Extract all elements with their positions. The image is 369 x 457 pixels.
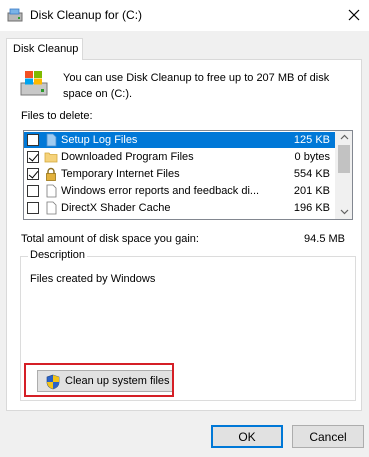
tab-label: Disk Cleanup	[13, 43, 79, 55]
uac-shield-icon	[46, 374, 60, 390]
list-item[interactable]: Windows error reports and feedback di...…	[24, 183, 336, 199]
item-name: DirectX Shader Cache	[61, 202, 171, 214]
item-name: Windows error reports and feedback di...	[61, 185, 260, 197]
item-checkbox[interactable]	[27, 151, 39, 163]
page-icon	[46, 133, 57, 147]
tab-disk-cleanup[interactable]: Disk Cleanup	[6, 38, 83, 60]
drive-icon	[20, 71, 48, 96]
intro-text: You can use Disk Cleanup to free up to 2…	[63, 72, 330, 100]
title-bar: Disk Cleanup for (C:)	[0, 0, 369, 31]
tab-panel: You can use Disk Cleanup to free up to 2…	[6, 59, 362, 411]
item-checkbox[interactable]	[27, 185, 39, 197]
scroll-up-icon[interactable]	[340, 134, 349, 140]
folder-icon	[44, 152, 58, 163]
total-gain-label: Total amount of disk space you gain:	[21, 233, 199, 245]
cancel-button[interactable]: Cancel	[292, 425, 364, 448]
item-size: 554 KB	[293, 168, 330, 180]
total-gain-value: 94.5 MB	[304, 233, 345, 245]
item-size: 196 KB	[293, 202, 330, 214]
scroll-thumb[interactable]	[338, 145, 350, 173]
ok-button[interactable]: OK	[211, 425, 283, 448]
item-name: Setup Log Files	[61, 134, 138, 146]
item-checkbox[interactable]	[27, 168, 39, 180]
item-size: 201 KB	[293, 185, 330, 197]
item-name: Downloaded Program Files	[61, 151, 194, 163]
page-icon	[46, 184, 57, 198]
description-legend: Description	[28, 249, 88, 261]
list-item[interactable]: Downloaded Program Files 0 bytes	[24, 149, 336, 165]
files-to-delete-list[interactable]: Setup Log Files 125 KB Downloaded Progra…	[23, 130, 353, 220]
close-icon[interactable]	[344, 5, 364, 25]
list-item[interactable]: Temporary Internet Files 554 KB	[24, 166, 336, 182]
list-scrollbar[interactable]	[335, 131, 352, 219]
disk-cleanup-app-icon	[7, 8, 23, 22]
description-text: Files created by Windows	[30, 273, 156, 285]
clean-up-system-files-label: Clean up system files	[65, 375, 170, 387]
item-size: 125 KB	[293, 134, 330, 146]
item-size: 0 bytes	[294, 151, 330, 163]
window-title: Disk Cleanup for (C:)	[30, 8, 143, 22]
scroll-down-icon[interactable]	[340, 209, 349, 215]
list-item[interactable]: Setup Log Files 125 KB	[24, 132, 336, 148]
description-group: Description Files created by Windows Cle…	[20, 249, 356, 401]
clean-up-system-files-button[interactable]: Clean up system files	[37, 370, 173, 392]
item-checkbox[interactable]	[27, 134, 39, 146]
page-icon	[46, 201, 57, 215]
item-checkbox[interactable]	[27, 202, 39, 214]
lock-icon	[46, 167, 56, 181]
item-name: Temporary Internet Files	[61, 168, 180, 180]
files-to-delete-label: Files to delete:	[21, 110, 93, 122]
list-item[interactable]: DirectX Shader Cache 196 KB	[24, 200, 336, 216]
